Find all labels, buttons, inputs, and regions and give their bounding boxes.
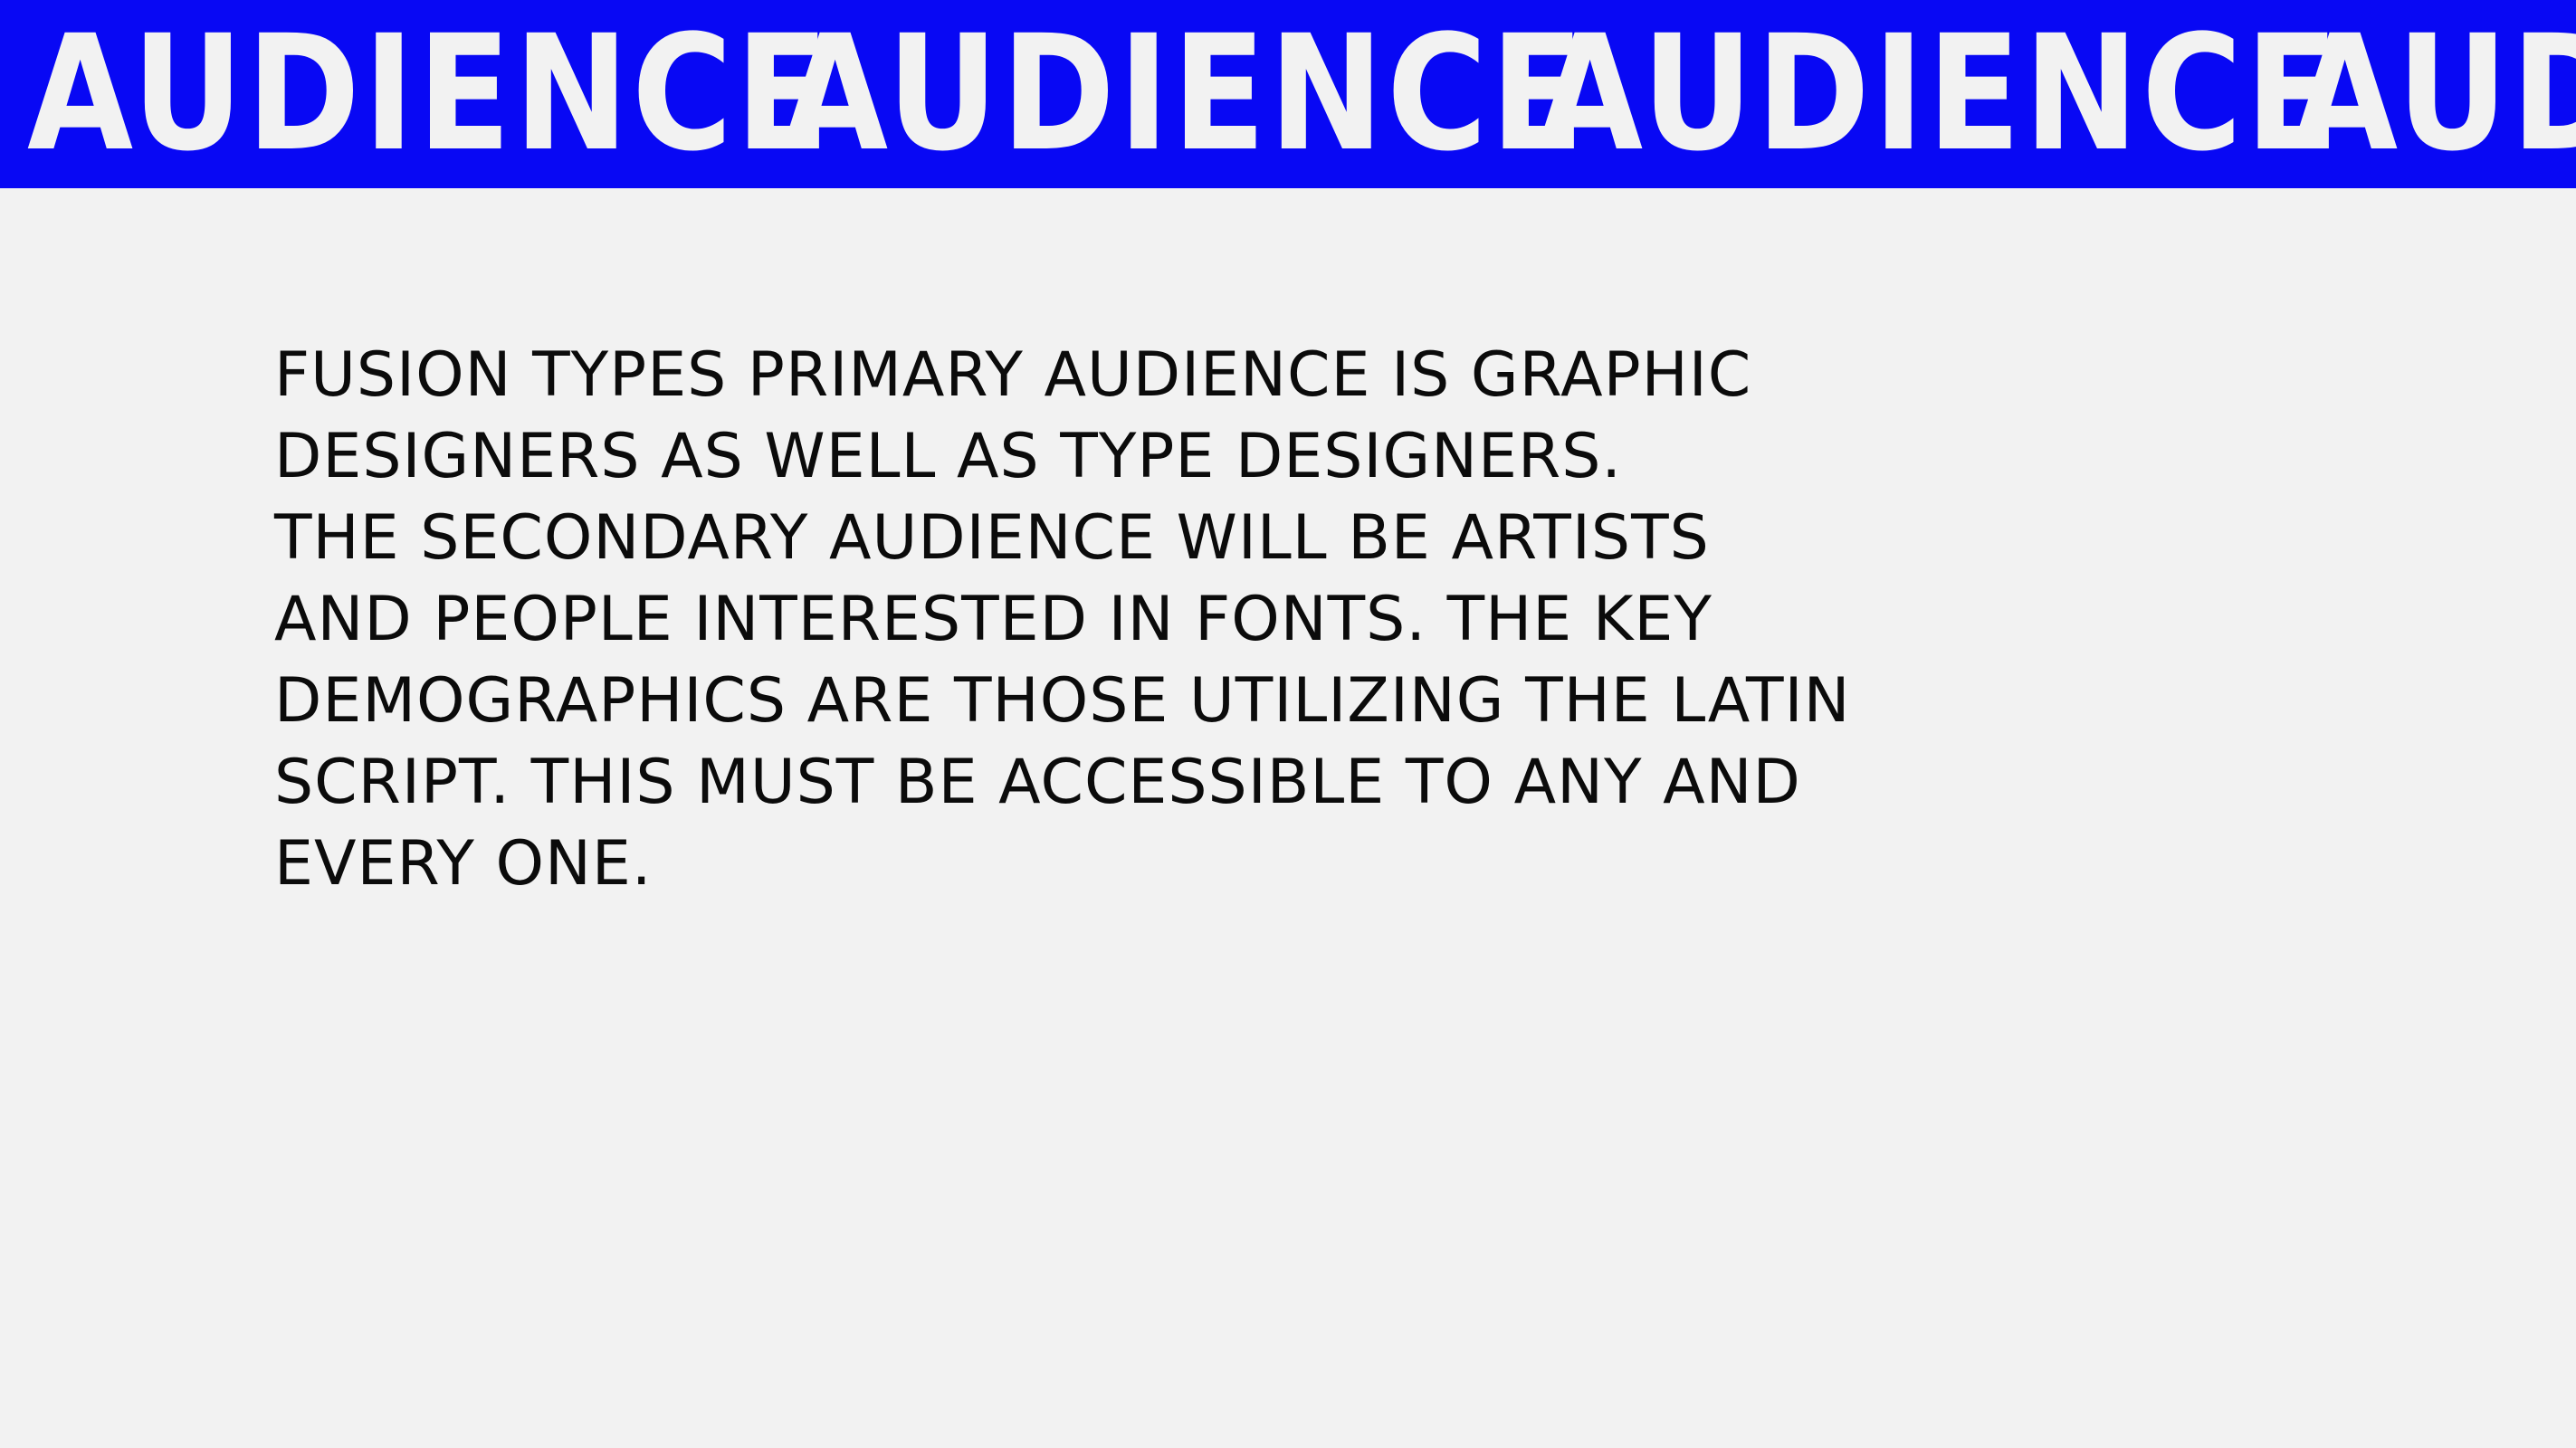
- description-line: EVERY ONE.: [274, 828, 653, 900]
- description-line: FUSION TYPES PRIMARY AUDIENCE IS GRAPHIC: [274, 339, 1752, 411]
- description-line: THE SECONDARY AUDIENCE WILL BE ARTISTS: [274, 502, 1710, 574]
- banner-word: AUDIENCE: [1537, 1, 2342, 186]
- description-line: DESIGNERS AS WELL AS TYPE DESIGNERS.: [274, 421, 1623, 492]
- banner-word: AUDIENCE: [27, 1, 833, 186]
- audience-description: FUSION TYPES PRIMARY AUDIENCE IS GRAPHIC…: [274, 335, 1867, 905]
- banner-scrolling-text: AUDIENCE AUDIENCE AUDIENCE AUD: [27, 0, 2576, 188]
- description-line: AND PEOPLE INTERESTED IN FONTS. THE KEY: [274, 584, 1713, 655]
- description-line: SCRIPT. THIS MUST BE ACCESSIBLE TO ANY A…: [274, 747, 1801, 818]
- audience-banner: AUDIENCE AUDIENCE AUDIENCE AUD: [0, 0, 2576, 188]
- banner-word: AUDIENCE: [782, 1, 1588, 186]
- description-line: DEMOGRAPHICS ARE THOSE UTILIZING THE LAT…: [274, 665, 1851, 737]
- banner-word-partial: AUD: [2292, 1, 2576, 186]
